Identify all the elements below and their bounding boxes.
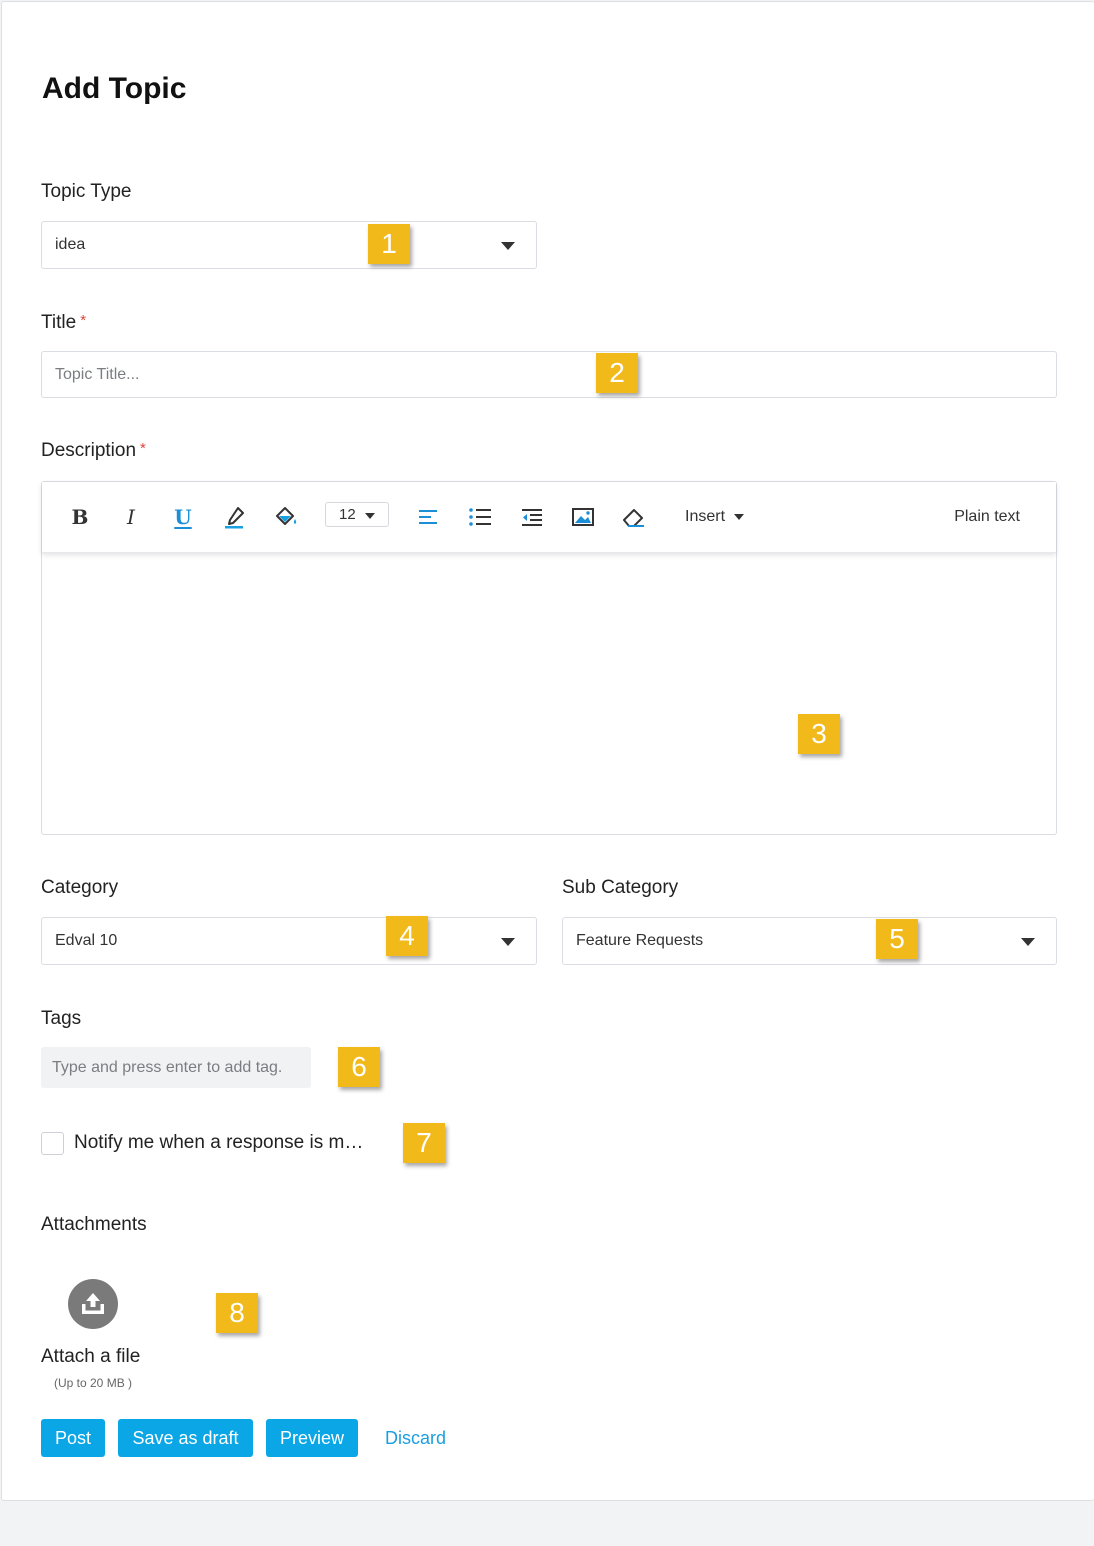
plain-text-toggle[interactable]: Plain text — [954, 508, 1020, 526]
outdent-button[interactable] — [519, 504, 545, 530]
bullet-list-icon — [469, 508, 491, 526]
discard-link[interactable]: Discard — [385, 1428, 446, 1449]
marker-5: 5 — [876, 919, 918, 959]
underline-icon: U — [174, 505, 192, 529]
title-label: Title * — [41, 312, 86, 334]
chevron-down-icon — [1021, 938, 1035, 946]
paint-bucket-icon — [276, 507, 297, 525]
marker-4: 4 — [386, 916, 428, 956]
title-input[interactable] — [42, 352, 1056, 397]
category-value: Edval 10 — [55, 932, 118, 949]
attachments-label: Attachments — [41, 1214, 147, 1235]
description-label: Description * — [41, 440, 146, 462]
align-left-button[interactable] — [416, 504, 442, 530]
save-draft-button[interactable]: Save as draft — [118, 1419, 253, 1457]
category-label: Category — [41, 877, 119, 898]
insert-label: Insert — [685, 508, 726, 525]
bold-icon: B — [71, 505, 89, 529]
bold-button[interactable]: B — [67, 504, 93, 530]
insert-image-button[interactable] — [570, 504, 596, 530]
title-label-text: Title — [41, 312, 77, 333]
post-button[interactable]: Post — [41, 1419, 105, 1457]
chevron-down-icon — [501, 242, 515, 250]
topic-type-value: idea — [55, 236, 86, 253]
title-field — [41, 351, 1057, 398]
pen-color-icon — [225, 507, 244, 529]
font-size-value: 12 — [339, 506, 356, 523]
chevron-down-icon — [365, 513, 375, 519]
marker-6: 6 — [338, 1047, 380, 1087]
required-mark: * — [80, 312, 87, 329]
marker-2: 2 — [596, 353, 638, 393]
chevron-down-icon — [501, 938, 515, 946]
sub-category-select[interactable]: Feature Requests — [562, 917, 1057, 965]
marker-3: 3 — [798, 714, 840, 754]
underline-button[interactable]: U — [170, 504, 196, 530]
image-icon — [572, 508, 594, 526]
topic-type-label: Topic Type — [41, 181, 132, 202]
required-mark: * — [140, 440, 146, 457]
notify-label: Notify me when a response is m… — [74, 1132, 364, 1153]
text-color-button[interactable] — [221, 504, 247, 530]
page-title: Add Topic — [42, 72, 187, 105]
marker-7: 7 — [403, 1123, 445, 1163]
description-body[interactable] — [42, 553, 1056, 836]
tags-input[interactable] — [41, 1047, 311, 1088]
eraser-icon — [623, 509, 644, 527]
insert-menu[interactable]: Insert — [685, 508, 745, 526]
font-size-select[interactable]: 12 — [325, 502, 389, 527]
bullet-list-button[interactable] — [467, 504, 493, 530]
clear-format-button[interactable] — [621, 504, 647, 530]
attach-file-label[interactable]: Attach a file — [41, 1346, 140, 1368]
sub-category-label: Sub Category — [562, 877, 679, 898]
tags-label: Tags — [41, 1008, 82, 1029]
description-label-text: Description — [41, 440, 137, 461]
topic-type-select[interactable]: idea — [41, 221, 537, 269]
attach-size-hint: (Up to 20 MB ) — [54, 1376, 133, 1390]
background-color-button[interactable] — [273, 504, 299, 530]
tags-field — [41, 1047, 311, 1088]
form-card: Add Topic Topic Type idea 1 Title* 2 Des… — [1, 1, 1094, 1501]
editor-toolbar: B I U 12 Insert Plain text — [42, 482, 1056, 553]
chevron-down-icon — [734, 513, 745, 520]
italic-button[interactable]: I — [118, 504, 144, 530]
upload-icon — [82, 1293, 104, 1314]
marker-1: 1 — [368, 224, 410, 264]
italic-icon: I — [127, 505, 135, 529]
upload-button[interactable] — [68, 1279, 118, 1329]
outdent-icon — [522, 509, 542, 526]
marker-8: 8 — [216, 1293, 258, 1333]
preview-button[interactable]: Preview — [266, 1419, 358, 1457]
align-left-icon — [419, 510, 437, 524]
sub-category-value: Feature Requests — [576, 932, 704, 949]
notify-checkbox[interactable] — [41, 1132, 64, 1155]
description-editor: B I U 12 Insert Plain text — [41, 481, 1057, 835]
category-select[interactable]: Edval 10 — [41, 917, 537, 965]
